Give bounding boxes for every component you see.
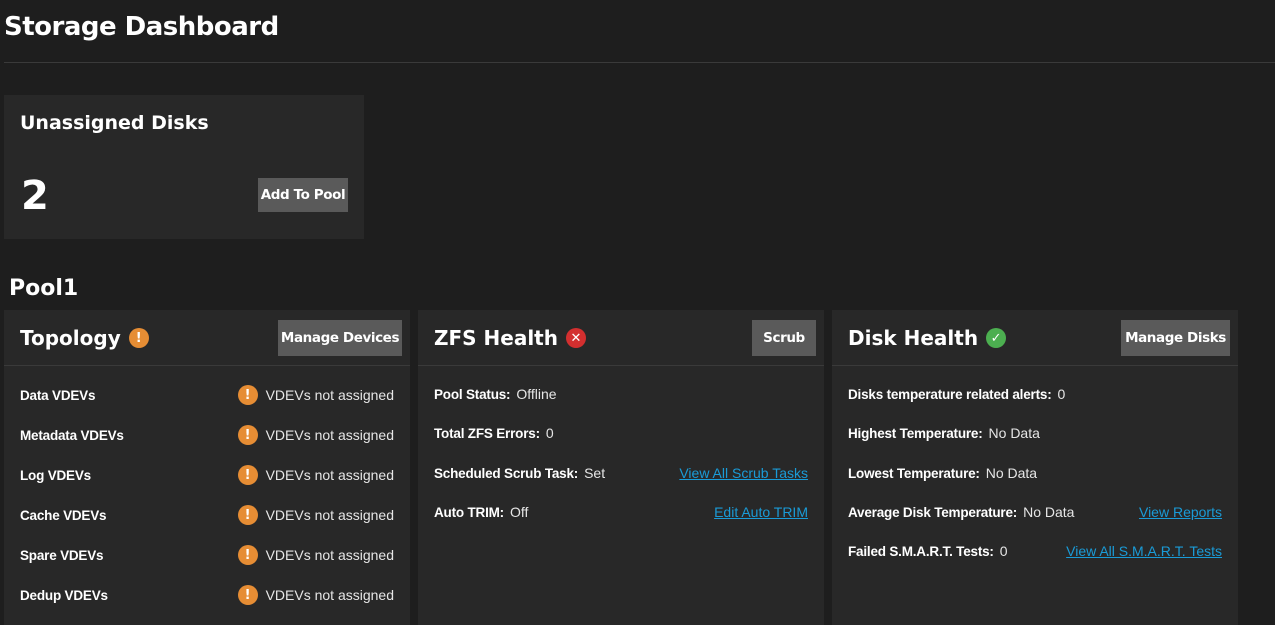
unassigned-disks-card: Unassigned Disks 2 Add To Pool [4,95,364,239]
row-label: Disks temperature related alerts: [848,386,1052,402]
row-label: Log VDEVs [20,467,91,483]
edit-auto-trim-link[interactable]: Edit Auto TRIM [714,504,808,520]
unassigned-disks-count: 2 [21,173,49,219]
zfs-health-title: ZFS Health [434,326,558,350]
scrub-button[interactable]: Scrub [752,320,816,356]
row-label: Cache VDEVs [20,507,107,523]
row-value: 0 [545,425,554,441]
view-all-scrub-tasks-link[interactable]: View All Scrub Tasks [679,465,808,481]
topology-row-log: Log VDEVs ! VDEVs not assigned [20,463,394,487]
row-value: VDEVs not assigned [265,587,394,603]
row-value: 0 [999,543,1008,559]
page-title: Storage Dashboard [4,12,279,42]
warning-icon: ! [237,425,258,445]
row-value: VDEVs not assigned [265,467,394,483]
zfs-health-title-wrap: ZFS Health ✕ [434,326,586,350]
row-value: VDEVs not assigned [265,507,394,523]
row-label: Dedup VDEVs [20,587,108,603]
row-value: 0 [1057,386,1066,402]
disk-row-lowest-temp: Lowest Temperature: No Data [848,461,1222,485]
warning-icon: ! [237,465,258,485]
warning-icon: ! [237,385,258,405]
row-value: VDEVs not assigned [265,427,394,443]
manage-devices-button[interactable]: Manage Devices [278,320,402,356]
view-all-smart-tests-link[interactable]: View All S.M.A.R.T. Tests [1066,543,1222,559]
title-divider [4,62,1275,63]
row-label: Scheduled Scrub Task: [434,465,579,481]
row-label: Spare VDEVs [20,547,104,563]
zfs-health-header: ZFS Health ✕ Scrub [418,310,824,366]
row-value: No Data [985,465,1038,481]
row-label: Pool Status: [434,386,511,402]
row-label: Total ZFS Errors: [434,425,540,441]
warning-icon: ! [237,585,258,605]
error-icon: ✕ [565,328,586,348]
topology-card: Topology ! Manage Devices Data VDEVs ! VD… [4,310,410,625]
check-icon: ✓ [986,328,1007,348]
disk-health-header: Disk Health ✓ Manage Disks [832,310,1238,366]
row-value: Set [584,465,606,481]
row-value: VDEVs not assigned [265,387,394,403]
row-value: Off [509,504,529,520]
warning-icon: ! [237,545,258,565]
topology-title-wrap: Topology ! [20,326,149,350]
zfs-health-card: ZFS Health ✕ Scrub Pool Status: Offline … [418,310,824,625]
manage-disks-button[interactable]: Manage Disks [1121,320,1230,356]
row-label: Failed S.M.A.R.T. Tests: [848,543,994,559]
row-label: Average Disk Temperature: [848,504,1018,520]
topology-title: Topology [20,326,121,350]
disk-row-average-temp: Average Disk Temperature: No Data View R… [848,500,1222,524]
pool-name: Pool1 [9,276,79,301]
disk-row-temp-alerts: Disks temperature related alerts: 0 [848,382,1222,406]
unassigned-disks-title: Unassigned Disks [20,112,209,134]
zfs-row-pool-status: Pool Status: Offline [434,382,808,406]
add-to-pool-button[interactable]: Add To Pool [258,178,348,212]
zfs-row-auto-trim: Auto TRIM: Off Edit Auto TRIM [434,500,808,524]
topology-row-cache: Cache VDEVs ! VDEVs not assigned [20,503,394,527]
disk-health-title-wrap: Disk Health ✓ [848,326,1007,350]
disk-row-failed-smart: Failed S.M.A.R.T. Tests: 0 View All S.M.… [848,539,1222,563]
row-label: Lowest Temperature: [848,465,980,481]
row-value: Offline [516,386,557,402]
warning-icon: ! [237,505,258,525]
row-value: No Data [988,425,1040,441]
row-value: No Data [1023,504,1075,520]
disk-health-card: Disk Health ✓ Manage Disks Disks tempera… [832,310,1238,625]
topology-row-metadata: Metadata VDEVs ! VDEVs not assigned [20,423,394,447]
topology-header: Topology ! Manage Devices [4,310,410,366]
zfs-row-scrub-task: Scheduled Scrub Task: Set View All Scrub… [434,461,808,485]
zfs-row-total-errors: Total ZFS Errors: 0 [434,421,808,445]
warning-icon: ! [128,328,149,348]
view-reports-link[interactable]: View Reports [1139,504,1222,520]
row-label: Metadata VDEVs [20,427,124,443]
row-value: VDEVs not assigned [265,547,394,563]
topology-row-data: Data VDEVs ! VDEVs not assigned [20,383,394,407]
topology-row-spare: Spare VDEVs ! VDEVs not assigned [20,543,394,567]
topology-row-dedup: Dedup VDEVs ! VDEVs not assigned [20,583,394,607]
row-label: Auto TRIM: [434,504,504,520]
disk-row-highest-temp: Highest Temperature: No Data [848,421,1222,445]
row-label: Highest Temperature: [848,425,983,441]
row-label: Data VDEVs [20,387,96,403]
disk-health-title: Disk Health [848,326,979,350]
